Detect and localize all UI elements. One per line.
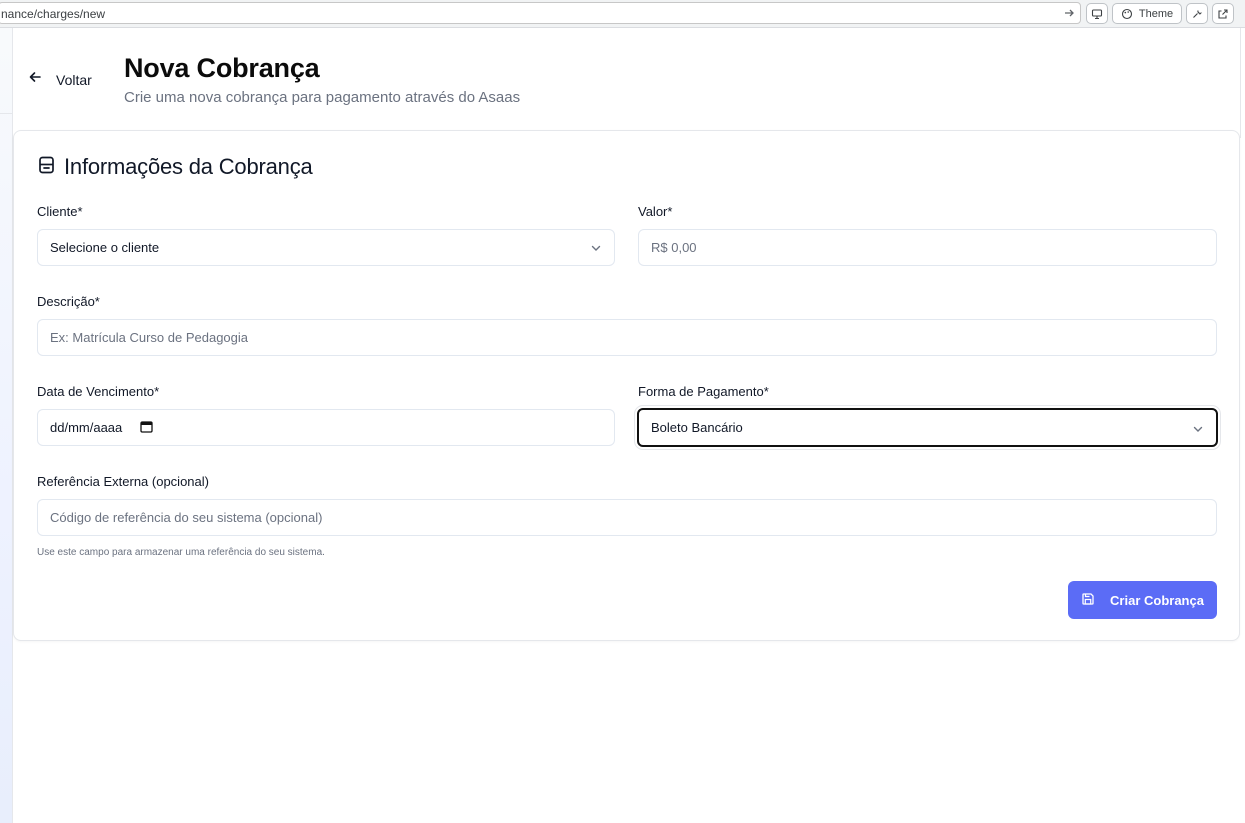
save-icon — [1081, 592, 1095, 609]
external-ref-hint: Use este campo para armazenar uma referê… — [37, 547, 325, 558]
create-charge-button[interactable]: Criar Cobrança — [1068, 581, 1217, 619]
arrow-left-icon — [28, 70, 42, 89]
divider — [0, 113, 12, 114]
amount-input[interactable]: R$ 0,00 — [638, 229, 1217, 266]
payment-method-label: Forma de Pagamento* — [638, 384, 769, 399]
address-text: nance/charges/new — [1, 7, 106, 21]
devices-button[interactable] — [1086, 3, 1108, 24]
page-title: Nova Cobrança — [124, 53, 320, 83]
divider — [1240, 28, 1241, 138]
monitor-icon — [1091, 8, 1103, 20]
wrench-icon — [1191, 8, 1203, 20]
charge-form-card: Informações da Cobrança Cliente* Selecio… — [13, 130, 1240, 641]
open-external-button[interactable] — [1212, 3, 1234, 24]
amount-placeholder: R$ 0,00 — [651, 240, 697, 255]
tools-button[interactable] — [1186, 3, 1208, 24]
create-charge-label: Criar Cobrança — [1110, 592, 1204, 608]
back-button[interactable]: Voltar — [28, 70, 92, 89]
due-date-value: dd/mm/aaaa — [50, 420, 123, 435]
card-header: Informações da Cobrança — [38, 154, 313, 180]
payment-method-value: Boleto Bancário — [651, 420, 743, 435]
client-select-value: Selecione o cliente — [50, 240, 160, 255]
arrow-right-icon[interactable] — [1062, 6, 1076, 20]
external-ref-placeholder: Código de referência do seu sistema (opc… — [50, 510, 323, 525]
external-link-icon — [1217, 8, 1229, 20]
receipt-icon — [38, 156, 55, 179]
sidebar-edge — [0, 28, 13, 823]
chevron-down-icon — [590, 242, 602, 257]
palette-icon — [1121, 8, 1133, 20]
browser-toolbar: nance/charges/new Theme — [0, 0, 1245, 28]
address-bar[interactable]: nance/charges/new — [0, 2, 1081, 24]
client-label: Cliente* — [37, 204, 83, 219]
external-ref-input[interactable]: Código de referência do seu sistema (opc… — [37, 499, 1217, 536]
calendar-icon[interactable] — [140, 420, 153, 436]
external-ref-label: Referência Externa (opcional) — [37, 474, 209, 489]
due-date-input[interactable]: dd/mm/aaaa — [37, 409, 615, 446]
page-subtitle: Crie uma nova cobrança para pagamento at… — [124, 89, 521, 106]
client-select[interactable]: Selecione o cliente — [37, 229, 615, 266]
theme-label: Theme — [1138, 7, 1174, 20]
card-title: Informações da Cobrança — [64, 154, 313, 179]
description-placeholder: Ex: Matrícula Curso de Pedagogia — [50, 330, 248, 345]
payment-method-select[interactable]: Boleto Bancário — [637, 408, 1218, 447]
due-date-label: Data de Vencimento* — [37, 384, 160, 399]
chevron-down-icon — [1192, 423, 1204, 438]
theme-button[interactable]: Theme — [1112, 3, 1182, 24]
description-label: Descrição* — [37, 294, 100, 309]
description-input[interactable]: Ex: Matrícula Curso de Pedagogia — [37, 319, 1217, 356]
amount-label: Valor* — [638, 204, 673, 219]
back-label: Voltar — [56, 71, 92, 88]
